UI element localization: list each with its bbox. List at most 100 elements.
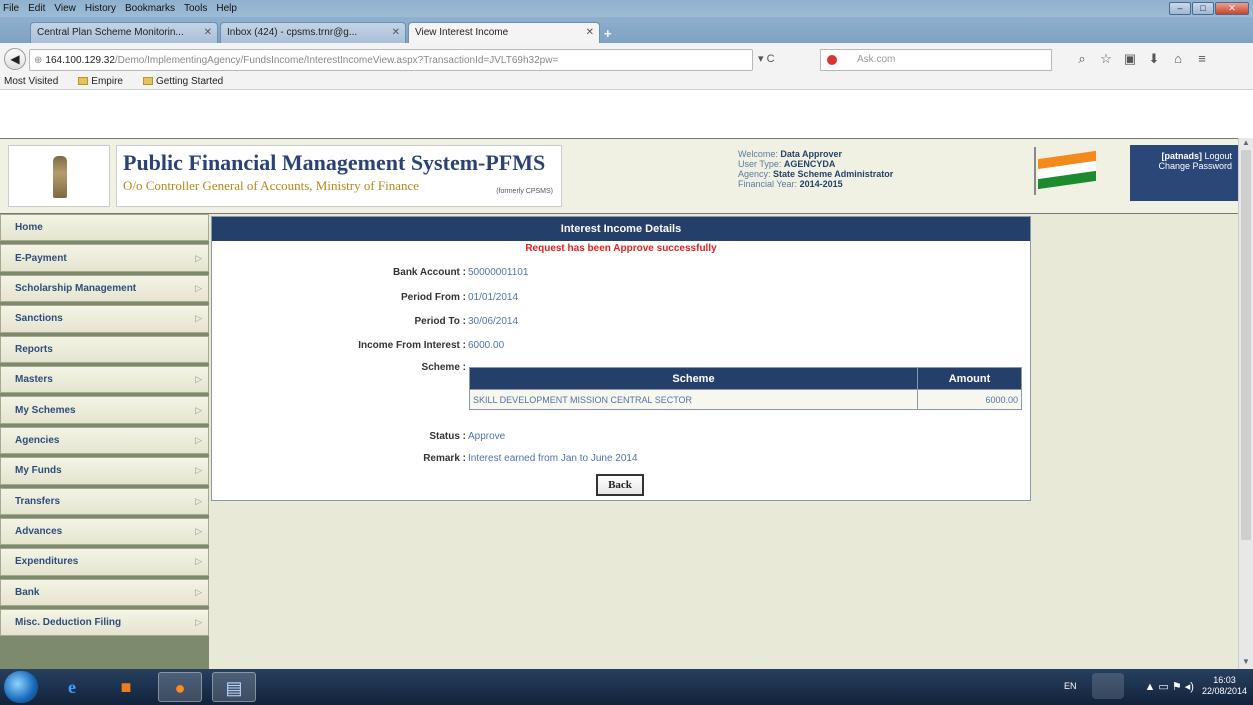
field-value: 50000001101 [468, 267, 529, 278]
tab-inbox[interactable]: Inbox (424) - cpsms.trnr@g... ✕ [220, 22, 406, 43]
close-tab-icon[interactable]: ✕ [392, 23, 400, 43]
menu-bookmarks[interactable]: Bookmarks [125, 3, 175, 14]
back-button[interactable]: Back [596, 474, 644, 496]
table-row: SKILL DEVELOPMENT MISSION CENTRAL SECTOR… [469, 389, 1022, 410]
sidebar-item-misc-deduction-filing[interactable]: Misc. Deduction Filing ▷ [0, 609, 209, 637]
bookmark-getting-started[interactable]: Getting Started [142, 76, 233, 87]
chevron-right-icon: ▷ [195, 556, 202, 567]
chevron-right-icon: ▷ [195, 465, 202, 476]
close-tab-icon[interactable]: ✕ [586, 23, 594, 43]
sidebar-item-home[interactable]: Home [0, 214, 209, 242]
search-icon[interactable]: ⌕ [1070, 51, 1094, 67]
document-app-icon[interactable]: ▤ [212, 672, 256, 702]
panel-title: Interest Income Details [212, 217, 1030, 241]
table-header-scheme: Scheme [469, 367, 918, 390]
internet-explorer-icon[interactable]: e [50, 672, 94, 702]
chevron-right-icon: ▷ [195, 313, 202, 324]
minimize-button[interactable]: – [1169, 2, 1191, 15]
bookmark-most-visited[interactable]: Most Visited [4, 76, 68, 87]
field-label: Scheme : [421, 362, 466, 373]
new-tab-icon[interactable]: + [604, 26, 612, 41]
sidebar-item-e-payment[interactable]: E-Payment ▷ [0, 244, 209, 272]
tab-label: Central Plan Scheme Monitorin... [37, 27, 184, 38]
site-tag: (formerly CPSMS) [496, 188, 553, 195]
sidebar-item-scholarship-management[interactable]: Scholarship Management ▷ [0, 274, 209, 303]
sidebar-item-my-schemes[interactable]: My Schemes ▷ [0, 396, 209, 424]
sidebar-item-label: E-Payment [15, 252, 67, 264]
media-player-icon[interactable]: ■ [104, 672, 148, 702]
sidebar-item-bank[interactable]: Bank ▷ [0, 578, 209, 607]
chevron-right-icon: ▷ [195, 374, 202, 385]
logout-link[interactable]: Logout [1204, 151, 1232, 161]
india-flag-icon [1034, 147, 1098, 195]
menu-view[interactable]: View [54, 3, 76, 14]
field-label: Period To : [414, 316, 466, 327]
agency-value: State Scheme Administrator [773, 169, 894, 179]
language-indicator[interactable]: EN [1064, 681, 1077, 691]
close-tab-icon[interactable]: ✕ [204, 23, 212, 43]
sidebar-menu: Home E-Payment ▷ Scholarship Management ▷ San… [0, 214, 209, 669]
sidebar-item-my-funds[interactable]: My Funds ▷ [0, 457, 209, 485]
sidebar-item-advances[interactable]: Advances ▷ [0, 517, 209, 546]
sidebar-item-label: Expenditures [15, 556, 79, 568]
chevron-right-icon: ▷ [195, 252, 202, 263]
sidebar-item-masters[interactable]: Masters ▷ [0, 365, 209, 394]
interest-income-panel: Interest Income Details Request has been… [211, 216, 1031, 501]
change-password-link[interactable]: Change Password [1136, 161, 1232, 171]
bookmarks-bar: Most Visited Empire Getting Started [0, 73, 243, 89]
page-scrollbar[interactable]: ▲ ▼ [1238, 138, 1253, 669]
scroll-down-icon[interactable]: ▼ [1239, 657, 1253, 669]
national-emblem-logo [8, 145, 110, 207]
url-bar[interactable]: ⊕ 164.100.129.32/Demo/ImplementingAgency… [29, 49, 753, 71]
account-box: [patnads] Logout Change Password [1130, 145, 1238, 201]
sidebar-item-transfers[interactable]: Transfers ▷ [0, 487, 209, 515]
sidebar-item-expenditures[interactable]: Expenditures ▷ [0, 548, 209, 576]
back-arrow-icon[interactable]: ◀ [4, 48, 26, 70]
tab-central-plan[interactable]: Central Plan Scheme Monitorin... ✕ [30, 22, 218, 43]
menu-icon[interactable]: ≡ [1190, 51, 1214, 67]
pfms-logo: Public Financial Management System-PFMS … [116, 145, 562, 207]
scrollbar-thumb[interactable] [1241, 150, 1251, 540]
tab-strip: Central Plan Scheme Monitorin... ✕ Inbox … [0, 17, 1253, 44]
field-value: Approve [468, 431, 506, 442]
field-value: Interest earned from Jan to June 2014 [468, 453, 638, 464]
tray-app-icon[interactable] [1092, 673, 1125, 699]
chevron-right-icon: ▷ [195, 495, 202, 506]
url-host: 164.100.129.32 [45, 54, 115, 66]
bookmark-empire[interactable]: Empire [78, 76, 133, 87]
tab-label: Inbox (424) - cpsms.trnr@g... [227, 27, 358, 38]
download-icon[interactable]: ⬇ [1142, 51, 1166, 67]
field-bank-account: Bank Account : 50000001101 [212, 267, 1032, 281]
menu-tools[interactable]: Tools [184, 3, 207, 14]
sidebar-item-agencies[interactable]: Agencies ▷ [0, 426, 209, 455]
maximize-button[interactable]: □ [1192, 2, 1214, 15]
search-engine-icon [827, 55, 837, 65]
menu-help[interactable]: Help [216, 3, 237, 14]
sidebar-item-reports[interactable]: Reports [0, 335, 209, 363]
clipboard-icon[interactable]: ▣ [1118, 51, 1142, 67]
browser-menubar: File Edit View History Bookmarks Tools H… [0, 0, 1253, 17]
network-icon[interactable]: ▲ ▭ ⚑ ◂) [1144, 680, 1194, 693]
clock[interactable]: 16:03 22/08/2014 [1202, 675, 1247, 697]
page-top-spacer [0, 90, 1253, 138]
usertype-label: User Type: [738, 159, 782, 169]
sidebar-item-sanctions[interactable]: Sanctions ▷ [0, 305, 209, 333]
menu-history[interactable]: History [85, 3, 116, 14]
firefox-icon[interactable]: ● [158, 672, 202, 702]
menu-file[interactable]: File [3, 3, 19, 14]
bookmark-star-icon[interactable]: ☆ [1094, 51, 1118, 67]
tab-view-interest-income[interactable]: View Interest Income ✕ [408, 22, 600, 44]
globe-icon: ⊕ [34, 54, 43, 66]
start-button[interactable] [4, 671, 38, 703]
search-input[interactable]: Ask.com [820, 49, 1052, 71]
close-window-button[interactable]: ✕ [1215, 2, 1249, 15]
field-remark: Remark : Interest earned from Jan to Jun… [212, 453, 1032, 467]
table-header-amount: Amount [917, 367, 1022, 390]
menu-edit[interactable]: Edit [28, 3, 45, 14]
home-icon[interactable]: ⌂ [1166, 51, 1190, 67]
emblem-icon [53, 156, 67, 198]
scroll-up-icon[interactable]: ▲ [1239, 138, 1253, 150]
sidebar-item-label: Masters [15, 374, 53, 386]
sidebar-item-label: Reports [15, 343, 53, 355]
reload-icon[interactable]: ▾ C [758, 52, 775, 65]
